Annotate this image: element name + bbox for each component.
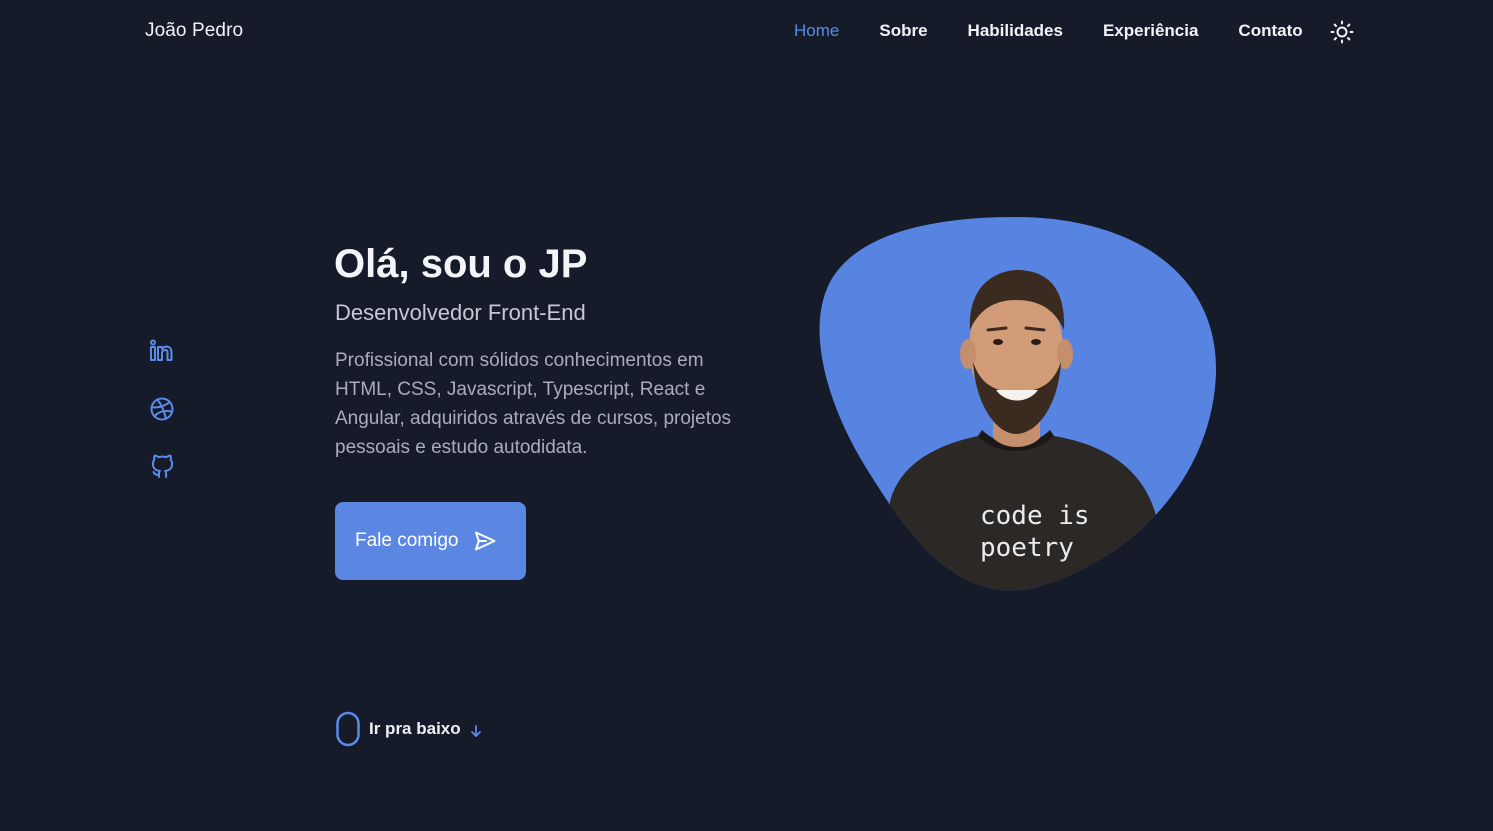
site-header: João Pedro Home Sobre Habilidades Experi…: [0, 0, 1493, 64]
main-nav: Home Sobre Habilidades Experiência Conta…: [794, 21, 1343, 41]
hero-title: Olá, sou o JP: [334, 242, 588, 286]
github-icon[interactable]: [149, 454, 175, 480]
profile-portrait: code is poetry: [819, 217, 1217, 591]
arrow-down-icon: [470, 725, 481, 737]
social-links: [149, 338, 175, 512]
profile-blob: code is poetry: [810, 212, 1222, 596]
nav-home[interactable]: Home: [794, 21, 839, 41]
site-logo[interactable]: João Pedro: [145, 20, 243, 42]
send-icon: [474, 531, 495, 551]
mouse-icon: [336, 711, 360, 747]
scroll-down-link[interactable]: Ir pra baixo: [335, 711, 483, 747]
sun-icon[interactable]: [1330, 20, 1354, 44]
contact-button[interactable]: Fale comigo: [335, 502, 526, 580]
shirt-text-line2: poetry: [980, 533, 1074, 563]
linkedin-icon[interactable]: [149, 338, 175, 364]
hero-description: Profissional com sólidos conhecimentos e…: [335, 350, 732, 458]
nav-habilidades[interactable]: Habilidades: [968, 21, 1063, 41]
nav-experiencia[interactable]: Experiência: [1103, 21, 1198, 41]
nav-contato[interactable]: Contato: [1238, 21, 1302, 41]
contact-button-label: Fale comigo: [355, 530, 459, 551]
nav-sobre[interactable]: Sobre: [879, 21, 927, 41]
hero-subtitle: Desenvolvedor Front-End: [335, 300, 586, 325]
portfolio-page: João Pedro Home Sobre Habilidades Experi…: [0, 0, 1493, 831]
scroll-down-label: Ir pra baixo: [369, 719, 461, 738]
shirt-text-line1: code is: [980, 501, 1090, 531]
dribbble-icon[interactable]: [149, 396, 175, 422]
